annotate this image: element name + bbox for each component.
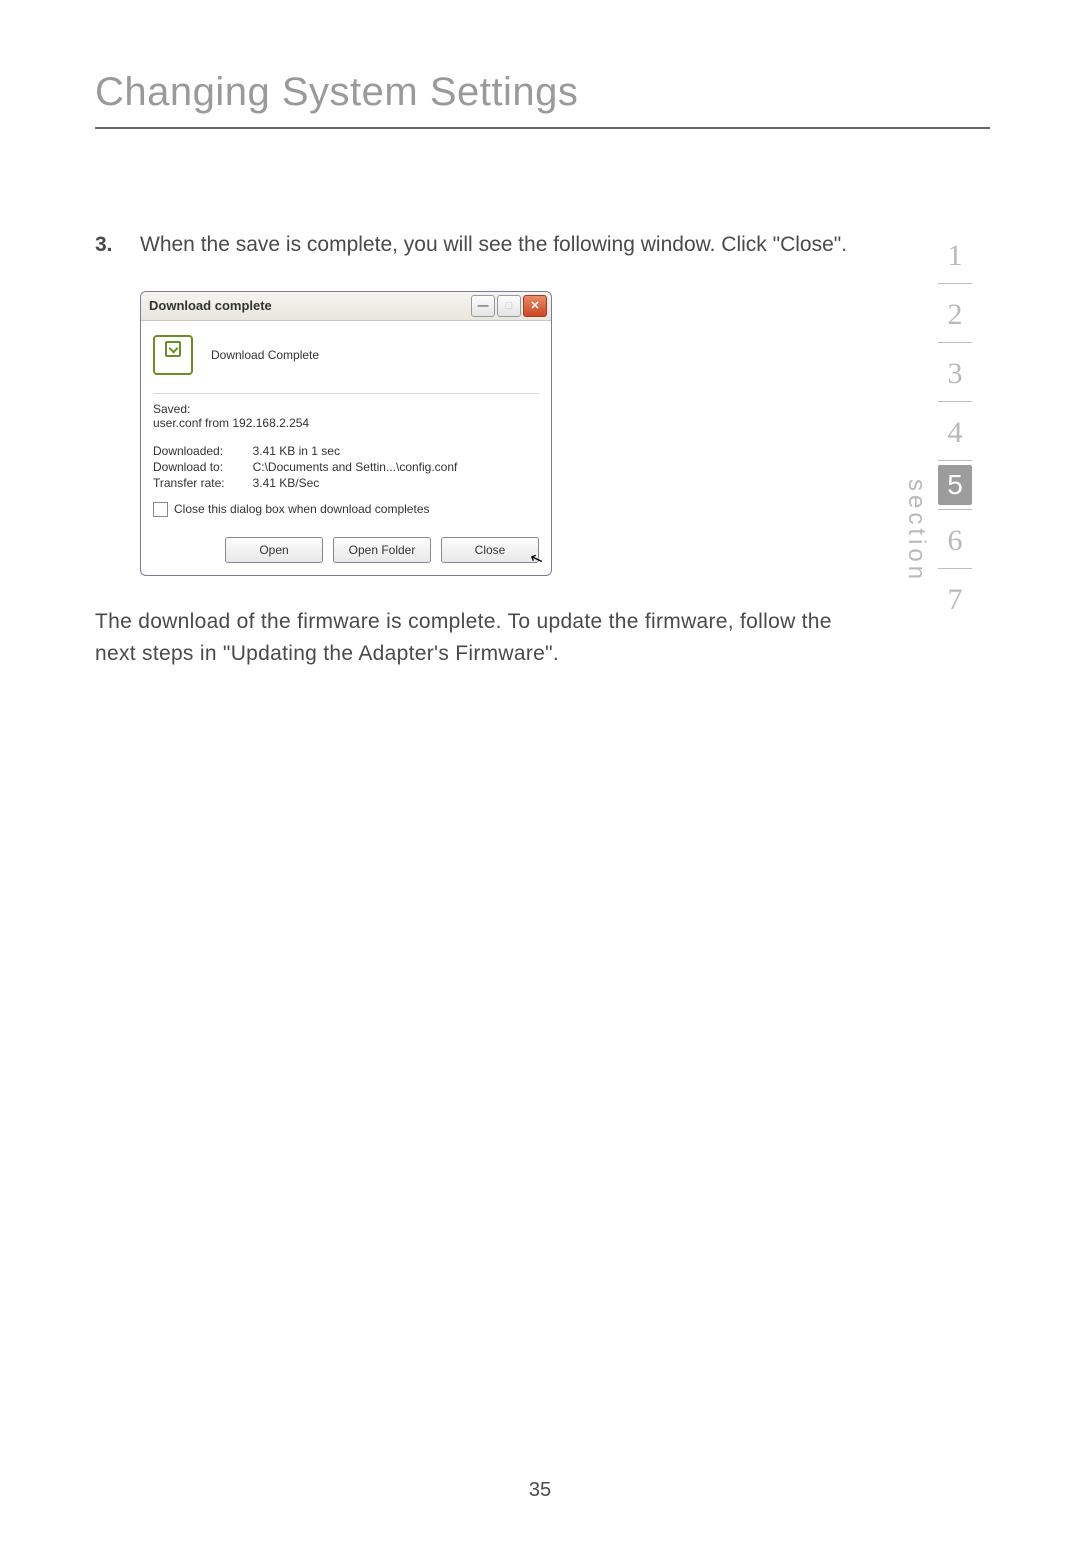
page-number: 35: [0, 1479, 1080, 1502]
open-button[interactable]: Open: [225, 537, 323, 563]
nav-item-2[interactable]: 2: [920, 288, 990, 338]
info-label: Downloaded:: [153, 444, 253, 460]
page-title: Changing System Settings: [95, 70, 990, 129]
table-row: Download to: C:\Documents and Settin...\…: [153, 460, 457, 476]
step-number: 3.: [95, 229, 140, 261]
minimize-button[interactable]: —: [471, 295, 495, 317]
close-button[interactable]: Close: [441, 537, 539, 563]
table-row: Downloaded: 3.41 KB in 1 sec: [153, 444, 457, 460]
after-text: The download of the firmware is complete…: [95, 606, 878, 671]
info-value: 3.41 KB in 1 sec: [253, 444, 458, 460]
nav-item-4[interactable]: 4: [920, 406, 990, 456]
info-label: Transfer rate:: [153, 476, 253, 492]
section-nav: 1 2 3 4 5 6 7 section: [920, 229, 990, 623]
download-info-table: Downloaded: 3.41 KB in 1 sec Download to…: [153, 444, 457, 492]
nav-item-3[interactable]: 3: [920, 347, 990, 397]
step-text: When the save is complete, you will see …: [140, 229, 878, 261]
dialog-title: Download complete: [149, 298, 469, 313]
nav-item-6[interactable]: 6: [920, 514, 990, 564]
step-3: 3. When the save is complete, you will s…: [95, 229, 878, 261]
maximize-button[interactable]: □: [497, 295, 521, 317]
dialog-header-text: Download Complete: [211, 348, 319, 362]
saved-value: user.conf from 192.168.2.254: [153, 416, 539, 430]
info-label: Download to:: [153, 460, 253, 476]
table-row: Transfer rate: 3.41 KB/Sec: [153, 476, 457, 492]
open-folder-button[interactable]: Open Folder: [333, 537, 431, 563]
window-close-button[interactable]: ✕: [523, 295, 547, 317]
nav-item-5-active[interactable]: 5: [938, 465, 972, 505]
cursor-icon: ↖: [527, 547, 546, 570]
download-complete-dialog: Download complete — □ ✕ Download Complet…: [140, 291, 552, 576]
section-label: section: [902, 479, 930, 583]
download-icon: [153, 335, 193, 375]
dialog-titlebar: Download complete — □ ✕: [141, 292, 551, 321]
nav-item-1[interactable]: 1: [920, 229, 990, 279]
saved-label: Saved:: [153, 402, 539, 416]
nav-item-7[interactable]: 7: [920, 573, 990, 623]
checkbox-label: Close this dialog box when download comp…: [174, 502, 430, 516]
info-value: 3.41 KB/Sec: [253, 476, 458, 492]
info-value: C:\Documents and Settin...\config.conf: [253, 460, 458, 476]
close-on-complete-checkbox[interactable]: [153, 502, 168, 517]
